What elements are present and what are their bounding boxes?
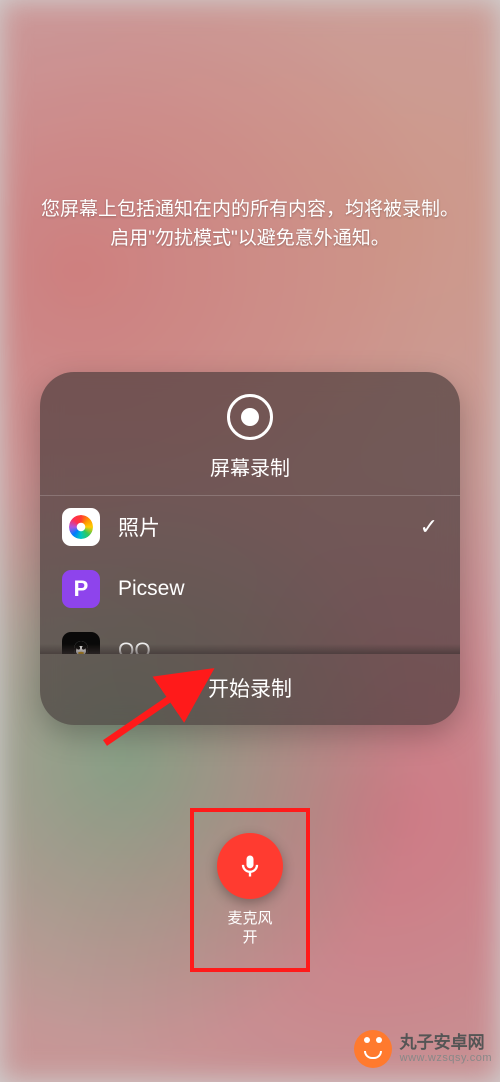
watermark-brand: 丸子安卓网 bbox=[400, 1034, 492, 1053]
picsew-app-icon: P bbox=[62, 570, 100, 608]
checkmark-icon: ✓ bbox=[420, 514, 438, 540]
panel-header: 屏幕录制 bbox=[40, 372, 460, 495]
start-label: 开始录制 bbox=[208, 678, 292, 701]
app-label: Picsew bbox=[118, 577, 438, 601]
photos-app-icon bbox=[62, 508, 100, 546]
watermark: 丸子安卓网 www.wzsqsy.com bbox=[354, 1030, 492, 1068]
watermark-logo-icon bbox=[354, 1030, 392, 1068]
panel-title: 屏幕录制 bbox=[210, 452, 290, 481]
screen-recording-panel: 屏幕录制 照片 ✓ P Picsew QQ 开始录制 bbox=[40, 372, 460, 725]
watermark-url: www.wzsqsy.com bbox=[400, 1052, 492, 1064]
app-row-photos[interactable]: 照片 ✓ bbox=[40, 496, 460, 558]
app-row-picsew[interactable]: P Picsew bbox=[40, 558, 460, 620]
microphone-toggle-button[interactable] bbox=[217, 833, 283, 899]
annotation-highlight-box: 麦克风 开 bbox=[190, 808, 310, 972]
app-label: 照片 bbox=[118, 512, 402, 542]
microphone-status-label: 麦克风 开 bbox=[227, 909, 272, 948]
microphone-icon bbox=[236, 852, 264, 880]
record-icon bbox=[227, 394, 273, 440]
start-recording-button[interactable]: 开始录制 bbox=[40, 654, 460, 725]
destination-app-list[interactable]: 照片 ✓ P Picsew QQ bbox=[40, 495, 460, 654]
recording-hint-text: 您屏幕上包括通知在内的所有内容，均将被录制。启用"勿扰模式"以避免意外通知。 bbox=[40, 195, 460, 254]
